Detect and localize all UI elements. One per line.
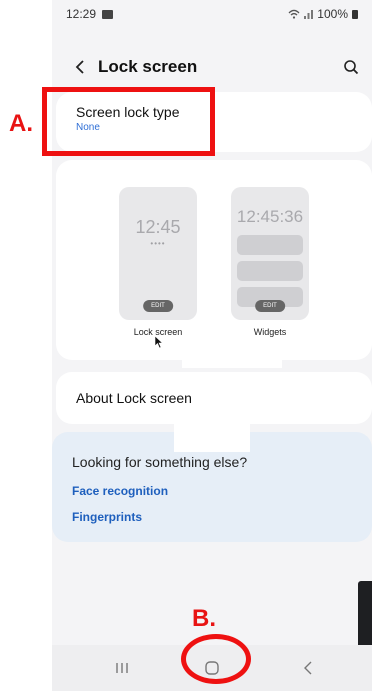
- about-lock-screen-item[interactable]: About Lock screen: [56, 372, 372, 424]
- back-arrow-icon[interactable]: [70, 56, 92, 78]
- widgets-edit-button[interactable]: EDIT: [255, 300, 285, 312]
- recents-icon[interactable]: [102, 653, 142, 683]
- annotation-label-a: A.: [9, 110, 33, 137]
- widget-placeholder: [237, 235, 303, 255]
- status-time: 12:29: [66, 7, 97, 21]
- annotation-circle-b: [181, 634, 251, 684]
- search-icon[interactable]: [340, 56, 362, 78]
- redaction-block: [174, 422, 250, 452]
- about-lock-screen-label: About Lock screen: [76, 390, 192, 406]
- mouse-cursor-icon: [154, 335, 164, 349]
- widget-placeholder: [237, 261, 303, 281]
- battery-icon: [352, 9, 358, 19]
- nav-back-icon[interactable]: [288, 653, 328, 683]
- looking-title: Looking for something else?: [72, 454, 248, 470]
- lock-preview-dots: ••••: [150, 239, 166, 248]
- redaction-block: [182, 354, 282, 368]
- gallery-notification-icon: [102, 9, 114, 19]
- lock-screen-preview[interactable]: 12:45 •••• EDIT: [119, 187, 197, 320]
- fingerprints-link[interactable]: Fingerprints: [72, 510, 142, 524]
- lock-preview-time: 12:45: [135, 217, 181, 237]
- widgets-preview[interactable]: 12:45:36 EDIT: [231, 187, 309, 320]
- floating-side-widget[interactable]: [358, 581, 372, 651]
- widgets-preview-time: 12:45:36: [236, 207, 304, 226]
- face-recognition-link[interactable]: Face recognition: [72, 484, 168, 498]
- widgets-preview-label: Widgets: [253, 327, 287, 337]
- page-title: Lock screen: [98, 57, 198, 76]
- lock-screen-edit-button[interactable]: EDIT: [143, 300, 173, 312]
- signal-icon: [304, 10, 314, 19]
- status-bar: 12:29 100%: [52, 0, 372, 28]
- app-bar: Lock screen: [52, 48, 372, 88]
- annotation-label-b: B.: [192, 605, 216, 632]
- battery-percent: 100%: [317, 7, 348, 21]
- lock-screen-preview-card: 12:45 •••• EDIT Lock screen 12:45:36 EDI…: [56, 160, 372, 360]
- annotation-box-a: [42, 87, 215, 156]
- wifi-icon: [288, 9, 300, 19]
